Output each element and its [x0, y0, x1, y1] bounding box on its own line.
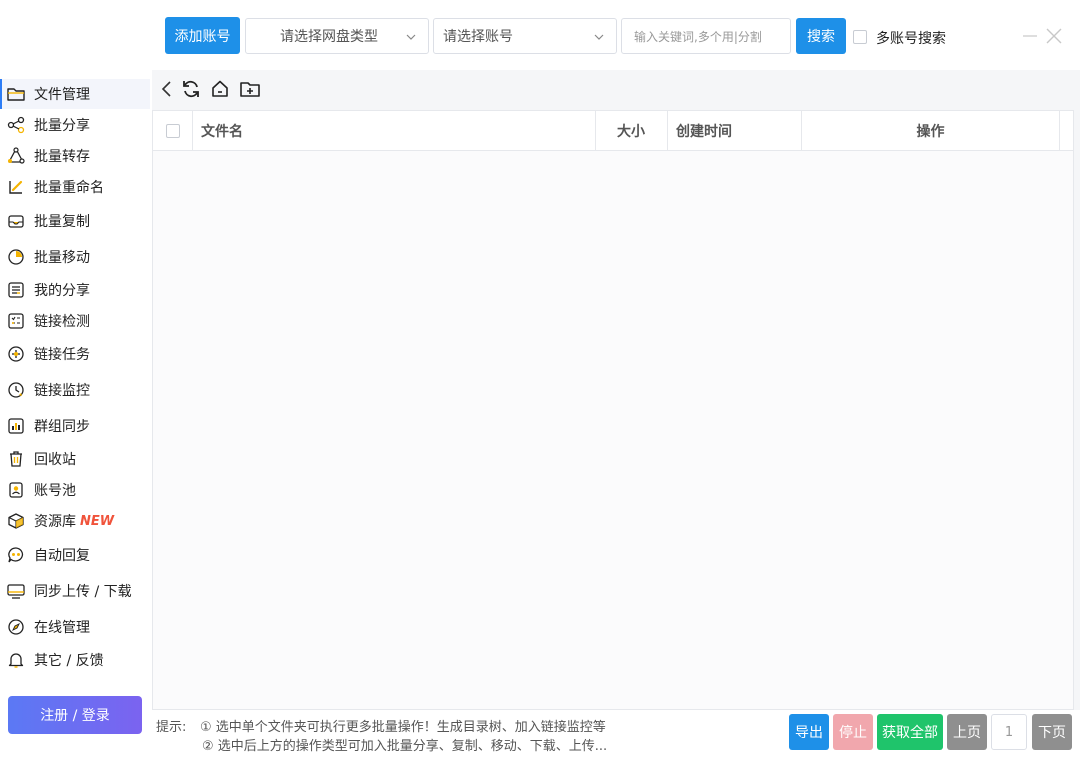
fetch-all-button[interactable]: 获取全部 — [877, 714, 943, 750]
compass-icon — [6, 617, 26, 637]
sidebar-item-account-pool[interactable]: 账号池 — [0, 475, 150, 505]
auto-reply-icon — [6, 545, 26, 565]
hint-line-2: ② 选中后上方的操作类型可加入批量分享、复制、移动、下载、上传... — [202, 739, 608, 754]
column-filename[interactable]: 文件名 — [193, 111, 596, 151]
column-size[interactable]: 大小 — [596, 111, 668, 151]
drive-type-select-value: 请选择网盘类型 — [280, 29, 378, 45]
sidebar-item-label: 链接任务 — [34, 347, 90, 363]
drive-type-select[interactable]: 请选择网盘类型 — [245, 18, 429, 54]
hint-line-1: ① 选中单个文件夹可执行更多批量操作！生成目录树、加入链接监控等 — [200, 720, 606, 735]
new-badge: NEW — [80, 513, 115, 529]
sidebar-item-label: 群组同步 — [34, 419, 90, 435]
sidebar-item-label: 批量重命名 — [34, 180, 104, 196]
select-all-checkbox[interactable] — [165, 124, 180, 138]
sidebar-item-label: 文件管理 — [34, 87, 90, 103]
link-task-icon — [6, 344, 26, 364]
sidebar-item-label: 在线管理 — [34, 620, 90, 636]
home-icon[interactable] — [209, 78, 231, 100]
chevron-down-icon — [594, 34, 604, 40]
sidebar-item-label: 自动回复 — [34, 548, 90, 564]
sidebar-item-label: 同步上传 / 下载 — [34, 584, 132, 600]
sidebar-item-link-monitor[interactable]: 链接监控 — [0, 375, 150, 405]
sidebar-item-label: 批量移动 — [34, 250, 90, 266]
sidebar-item-resource[interactable]: 资源库 NEW — [0, 506, 150, 536]
copy-icon — [6, 211, 26, 231]
multi-account-checkbox[interactable] — [853, 30, 867, 44]
folder-icon — [6, 84, 26, 104]
new-folder-icon[interactable] — [239, 78, 261, 100]
account-select[interactable]: 请选择账号 — [433, 18, 617, 54]
move-icon — [6, 247, 26, 267]
transfer-icon — [6, 146, 26, 166]
sidebar-item-group-sync[interactable]: 群组同步 — [0, 411, 150, 441]
sidebar-item-link-task[interactable]: 链接任务 — [0, 339, 150, 369]
sidebar: 文件管理 批量分享 批量转存 批量重命名 批量复制 批量移动 我的分享 链接检测… — [0, 70, 152, 759]
share-icon — [6, 115, 26, 135]
bell-icon — [6, 650, 26, 670]
keyword-search-placeholder: 输入关键词,多个用|分割 — [634, 29, 762, 44]
chevron-down-icon — [406, 34, 416, 40]
refresh-icon[interactable] — [180, 78, 202, 100]
sidebar-item-auto-reply[interactable]: 自动回复 — [0, 540, 150, 570]
sidebar-item-label: 我的分享 — [34, 283, 90, 299]
sidebar-item-batch-copy[interactable]: 批量复制 — [0, 206, 150, 236]
sync-upload-icon — [6, 581, 26, 601]
sidebar-item-batch-rename[interactable]: 批量重命名 — [0, 172, 150, 202]
next-page-button[interactable]: 下页 — [1032, 714, 1072, 750]
back-icon[interactable] — [156, 78, 178, 100]
rename-icon — [6, 177, 26, 197]
account-pool-icon — [6, 480, 26, 500]
export-button[interactable]: 导出 — [789, 714, 829, 750]
sidebar-item-label: 链接监控 — [34, 383, 90, 399]
sidebar-item-label: 账号池 — [34, 483, 76, 499]
sidebar-item-link-check[interactable]: 链接检测 — [0, 306, 150, 336]
stop-button[interactable]: 停止 — [833, 714, 873, 750]
sidebar-item-online-manage[interactable]: 在线管理 — [0, 612, 150, 642]
sidebar-item-feedback[interactable]: 其它 / 反馈 — [0, 645, 150, 675]
file-table: 文件名 大小 创建时间 操作 — [152, 110, 1074, 710]
resource-icon — [6, 511, 26, 531]
trash-icon — [6, 449, 26, 469]
sidebar-item-batch-share[interactable]: 批量分享 — [0, 110, 150, 140]
link-monitor-icon — [6, 380, 26, 400]
register-login-button[interactable]: 注册 / 登录 — [8, 696, 142, 734]
header-select-cell — [153, 111, 193, 151]
hint-label: 提示: — [156, 720, 187, 735]
close-icon[interactable] — [1046, 28, 1062, 44]
top-bar: 添加账号 请选择网盘类型 请选择账号 输入关键词,多个用|分割 搜索 多账号搜索 — [0, 0, 1080, 70]
footer-bar: 提示: ① 选中单个文件夹可执行更多批量操作！生成目录树、加入链接监控等 ② 选… — [152, 710, 1080, 759]
sidebar-item-label: 其它 / 反馈 — [34, 653, 104, 669]
search-button[interactable]: 搜索 — [796, 18, 846, 54]
keyword-search-input[interactable]: 输入关键词,多个用|分割 — [621, 18, 791, 54]
link-check-icon — [6, 311, 26, 331]
sidebar-item-label: 链接检测 — [34, 314, 90, 330]
prev-page-button[interactable]: 上页 — [947, 714, 987, 750]
minimize-icon[interactable] — [1022, 26, 1038, 42]
multi-account-label: 多账号搜索 — [876, 31, 946, 47]
add-account-button[interactable]: 添加账号 — [165, 17, 240, 54]
sidebar-item-label: 回收站 — [34, 452, 76, 468]
sidebar-item-my-share[interactable]: 我的分享 — [0, 275, 150, 305]
sidebar-item-batch-transfer[interactable]: 批量转存 — [0, 141, 150, 171]
sidebar-item-label: 批量复制 — [34, 214, 90, 230]
sidebar-item-trash[interactable]: 回收站 — [0, 444, 150, 474]
column-created-time[interactable]: 创建时间 — [668, 111, 802, 151]
sidebar-item-label: 批量转存 — [34, 149, 90, 165]
sidebar-item-sync-upload[interactable]: 同步上传 / 下载 — [0, 576, 150, 606]
my-share-icon — [6, 280, 26, 300]
sidebar-item-label: 批量分享 — [34, 118, 90, 134]
sidebar-item-label: 资源库 — [34, 514, 76, 530]
column-actions: 操作 — [802, 111, 1060, 151]
sidebar-item-file-manage[interactable]: 文件管理 — [0, 79, 150, 109]
account-select-value: 请选择账号 — [443, 29, 513, 45]
page-number-input[interactable]: 1 — [991, 714, 1027, 750]
group-sync-icon — [6, 416, 26, 436]
file-browser: 文件名 大小 创建时间 操作 — [152, 70, 1080, 710]
sidebar-item-batch-move[interactable]: 批量移动 — [0, 242, 150, 272]
table-header: 文件名 大小 创建时间 操作 — [153, 111, 1073, 151]
